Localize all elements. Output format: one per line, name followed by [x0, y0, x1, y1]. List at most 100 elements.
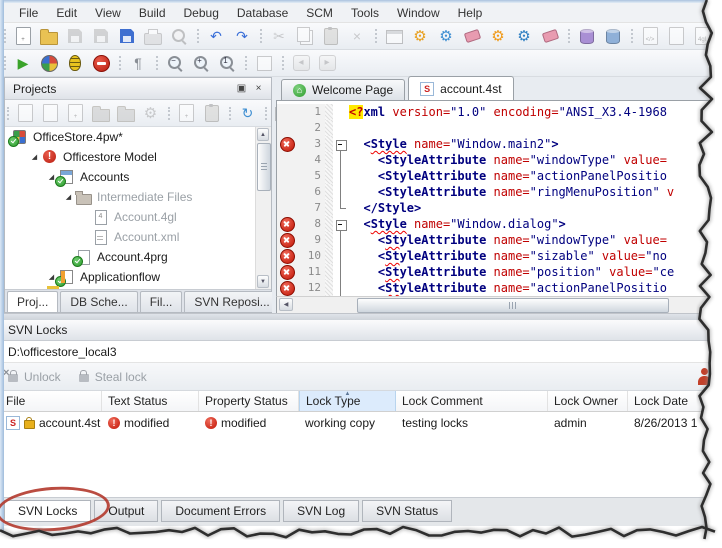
- error-icon: [279, 264, 295, 280]
- scroll-left-button[interactable]: ◀: [279, 298, 293, 311]
- menu-scm[interactable]: SCM: [297, 4, 342, 22]
- panel-tab-fil[interactable]: Fil...: [139, 291, 183, 312]
- tree-item-intermediate-files[interactable]: ◢ Intermediate Files: [5, 187, 271, 207]
- menu-debug[interactable]: Debug: [175, 4, 228, 22]
- menu-view[interactable]: View: [86, 4, 130, 22]
- zoom-reset-icon: 1: [218, 54, 236, 72]
- clean-all-button[interactable]: [539, 25, 561, 47]
- user-icon[interactable]: [697, 368, 712, 385]
- panel-tab-db-sche[interactable]: DB Sche...: [60, 291, 138, 312]
- code-editor[interactable]: 1 <?xml version="1.0" encoding="ANSI_X3.4…: [276, 100, 722, 296]
- new-application-button: +: [65, 103, 86, 124]
- build-button[interactable]: ⚙: [409, 25, 431, 47]
- shape-select-icon: [256, 55, 272, 71]
- tab-output[interactable]: Output: [94, 500, 159, 522]
- tree-item-account-xml[interactable]: Account.xml: [5, 227, 271, 247]
- menu-build[interactable]: Build: [130, 4, 175, 22]
- redo-button[interactable]: ↷: [231, 25, 253, 47]
- package-icon: ⚙: [143, 104, 158, 122]
- expand-arrow-icon[interactable]: ◢: [62, 193, 75, 201]
- build-all-button[interactable]: ⚙: [487, 25, 509, 47]
- error-icon: [279, 216, 295, 232]
- code-line-11[interactable]: 11 <StyleAttribute name="position" value…: [277, 264, 722, 280]
- column-header-file[interactable]: File: [0, 391, 102, 411]
- refresh-button[interactable]: ↻: [237, 103, 258, 124]
- column-header-property-status[interactable]: Property Status: [199, 391, 299, 411]
- tree-item-officestoreappflow-4ba[interactable]: OfficestoreAppFlow.4ba: [5, 287, 271, 289]
- tree-item-accounts[interactable]: ◢ Accounts: [5, 167, 271, 187]
- column-header-lock-date[interactable]: Lock Date: [628, 391, 722, 411]
- menu-help[interactable]: Help: [449, 4, 492, 22]
- panel-tab-proj[interactable]: Proj...: [7, 291, 59, 312]
- tree-item-officestore-model[interactable]: ◢Officestore Model: [5, 147, 271, 167]
- panel-tab-svn-reposi[interactable]: SVN Reposi...: [184, 291, 280, 312]
- code-line-8[interactable]: 8 <Style name="Window.dialog">: [277, 216, 722, 232]
- new-db-table-button[interactable]: [576, 25, 598, 47]
- code-line-9[interactable]: 9 <StyleAttribute name="windowType" valu…: [277, 232, 722, 248]
- horizontal-splitter[interactable]: [0, 313, 722, 320]
- code-line-10[interactable]: 10 <StyleAttribute name="sizable" value=…: [277, 248, 722, 264]
- clean-button[interactable]: [461, 25, 483, 47]
- menu-file[interactable]: File: [10, 4, 47, 22]
- code-line-3[interactable]: 3 <Style name="Window.main2">: [277, 136, 722, 152]
- cell-text-status: ! modified: [102, 416, 199, 430]
- tab-svn-log[interactable]: SVN Log: [283, 500, 360, 522]
- editor-tab-account-4st[interactable]: Saccount.4st: [408, 76, 514, 100]
- show-whitespace-button[interactable]: ¶: [127, 52, 149, 74]
- code-line-1[interactable]: 1 <?xml version="1.0" encoding="ANSI_X3.4…: [277, 104, 722, 120]
- rebuild-button[interactable]: ⚙: [435, 25, 457, 47]
- tree-vertical-scrollbar[interactable]: ▲ ▼: [255, 127, 271, 289]
- expand-arrow-icon[interactable]: ◢: [28, 153, 41, 161]
- zoom-out-button[interactable]: −: [164, 52, 186, 74]
- column-header-lock-owner[interactable]: Lock Owner: [548, 391, 628, 411]
- tree-item-applicationflow[interactable]: ◢ Applicationflow: [5, 267, 271, 287]
- new-file-button[interactable]: +: [12, 25, 34, 47]
- zoom-in-button[interactable]: +: [190, 52, 212, 74]
- column-header-text-status[interactable]: Text Status: [102, 391, 199, 411]
- stop-button[interactable]: [90, 52, 112, 74]
- fold-collapse-icon[interactable]: [335, 139, 347, 151]
- tree-item-officestore-4pw[interactable]: OfficeStore.4pw*: [5, 127, 271, 147]
- code-line-2[interactable]: 2: [277, 120, 722, 136]
- unlock-icon: [3, 367, 18, 382]
- save-all-button[interactable]: [116, 25, 138, 47]
- undo-button[interactable]: ↶: [205, 25, 227, 47]
- zoom-reset-button[interactable]: 1: [216, 52, 238, 74]
- tab-svn-status[interactable]: SVN Status: [362, 500, 453, 522]
- scrollbar-thumb[interactable]: [357, 298, 669, 313]
- close-panel-button[interactable]: ×: [250, 81, 267, 96]
- column-header-lock-comment[interactable]: Lock Comment: [396, 391, 548, 411]
- float-panel-button[interactable]: ▣: [233, 81, 250, 96]
- delete-button: ×: [346, 25, 368, 47]
- tab-document-errors[interactable]: Document Errors: [161, 500, 281, 522]
- shape-select-button: [253, 52, 275, 74]
- db-import-button[interactable]: [602, 25, 624, 47]
- editor-horizontal-scrollbar[interactable]: ◀ ▶: [276, 296, 722, 313]
- fold-collapse-icon[interactable]: [335, 219, 347, 231]
- scrollbar-thumb[interactable]: [257, 143, 271, 191]
- menu-window[interactable]: Window: [388, 4, 449, 22]
- code-line-5[interactable]: 5 <StyleAttribute name="actionPanelPosit…: [277, 168, 722, 184]
- scroll-up-button[interactable]: ▲: [257, 128, 269, 141]
- run-button[interactable]: ▶: [12, 52, 34, 74]
- tree-item-account-4prg[interactable]: Account.4prg: [5, 247, 271, 267]
- rebuild-all-button[interactable]: ⚙: [513, 25, 535, 47]
- scroll-right-button[interactable]: ▶: [706, 298, 720, 311]
- editor-tab-welcome-page[interactable]: ⌂ Welcome Page: [281, 79, 406, 100]
- menu-database[interactable]: Database: [228, 4, 297, 22]
- svn-table-row[interactable]: Saccount.4st! modified! modified working co…: [0, 412, 722, 433]
- debug-button[interactable]: [64, 52, 86, 74]
- code-line-12[interactable]: 12 <StyleAttribute name="actionPanelPosi…: [277, 280, 722, 296]
- open-file-button[interactable]: [38, 25, 60, 47]
- menu-edit[interactable]: Edit: [47, 4, 86, 22]
- code-line-6[interactable]: 6 <StyleAttribute name="ringMenuPosition…: [277, 184, 722, 200]
- code-line-7[interactable]: 7 </Style>: [277, 200, 722, 216]
- tab-svn-locks[interactable]: SVN Locks: [4, 500, 92, 522]
- profile-button[interactable]: [38, 52, 60, 74]
- menu-tools[interactable]: Tools: [342, 4, 388, 22]
- ide-window: File Edit View Build Debug Database SCM Tools Wi…: [0, 0, 722, 548]
- tree-item-account-4gl[interactable]: Account.4gl: [5, 207, 271, 227]
- scroll-down-button[interactable]: ▼: [257, 275, 269, 288]
- code-line-4[interactable]: 4 <StyleAttribute name="windowType" valu…: [277, 152, 722, 168]
- column-header-lock-type[interactable]: ▲ Lock Type: [299, 391, 396, 411]
